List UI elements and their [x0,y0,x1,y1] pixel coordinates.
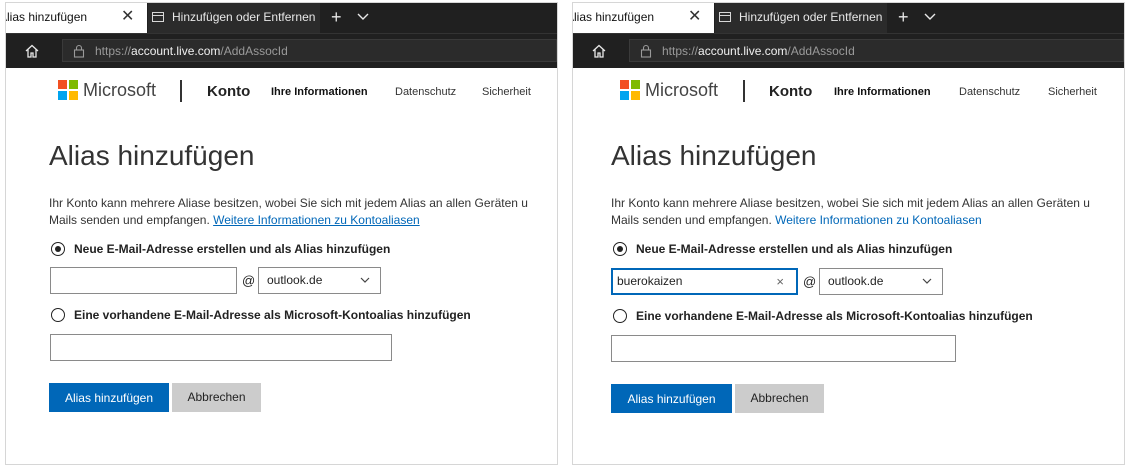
radio-new-address-label[interactable]: Neue E-Mail-Adresse erstellen und als Al… [74,242,390,256]
url-text: https://account.live.com/AddAssocId [95,44,288,58]
new-tab-icon[interactable]: + [898,6,909,28]
radio-existing-address-label[interactable]: Eine vorhandene E-Mail-Adresse als Micro… [74,308,471,322]
at-sign: @ [242,273,256,288]
page-title: Alias hinzufügen [49,140,255,171]
more-info-link[interactable]: Weitere Informationen zu Kontoaliasen [775,213,982,227]
chevron-down-icon [922,278,932,284]
radio-new-address-label[interactable]: Neue E-Mail-Adresse erstellen und als Al… [636,242,952,256]
nav-datenschutz[interactable]: Datenschutz [959,86,1020,98]
page-title: Alias hinzufügen [611,140,817,171]
microsoft-wordmark[interactable]: Microsoft [645,80,718,101]
page-content: Microsoft Konto Ihre Informationen Daten… [6,68,557,464]
address-bar: https://account.live.com/AddAssocId [573,33,1124,68]
description-line-1: Ihr Konto kann mehrere Aliase besitzen, … [611,196,1090,210]
tab-title: Hinzufügen oder Entfernen [739,10,883,24]
more-info-link[interactable]: Weitere Informationen zu Kontoaliasen [213,213,420,227]
description-line-2: Mails senden und empfangen. Weitere Info… [49,213,420,227]
page-icon [152,12,164,22]
description-line-2: Mails senden und empfangen. Weitere Info… [611,213,982,227]
page-icon [719,12,731,22]
browser-window-right: Alias hinzufügen ✕ Hinzufügen oder Entfe… [572,2,1125,465]
existing-address-input[interactable] [50,334,392,361]
existing-address-input[interactable] [611,335,956,362]
cancel-button[interactable]: Abbrechen [172,383,261,412]
add-alias-button[interactable]: Alias hinzufügen [49,383,169,412]
url-text: https://account.live.com/AddAssocId [662,44,855,58]
tab-title: Alias hinzufügen [573,10,655,24]
url-field[interactable]: https://account.live.com/AddAssocId [629,39,1124,62]
nav-ihre-informationen[interactable]: Ihre Informationen [834,86,931,98]
home-icon[interactable] [591,43,607,59]
tab-hinzufuegen-oder-entfernen[interactable]: Hinzufügen oder Entfernen [715,3,887,33]
header-konto[interactable]: Konto [207,83,250,100]
domain-select-value: outlook.de [828,274,884,288]
new-tab-icon[interactable]: + [331,6,342,28]
chevron-down-icon[interactable] [356,9,370,23]
domain-select[interactable]: outlook.de [258,267,381,294]
chevron-down-icon [360,277,370,283]
nav-ihre-informationen[interactable]: Ihre Informationen [271,86,368,98]
chevron-down-icon[interactable] [923,9,937,23]
page-content: Microsoft Konto Ihre Informationen Daten… [573,68,1124,464]
radio-existing-address-label[interactable]: Eine vorhandene E-Mail-Adresse als Micro… [636,309,1033,323]
nav-sicherheit[interactable]: Sicherheit [482,86,531,98]
header-konto[interactable]: Konto [769,83,812,100]
alias-input[interactable] [50,267,237,294]
description-line-1: Ihr Konto kann mehrere Aliase besitzen, … [49,196,528,210]
tab-alias-hinzufuegen[interactable]: Alias hinzufügen ✕ [6,3,147,33]
tab-close-icon[interactable]: ✕ [121,8,134,26]
tab-bar: Alias hinzufügen ✕ Hinzufügen oder Entfe… [6,3,557,33]
address-bar: https://account.live.com/AddAssocId [6,33,557,68]
tab-title: Hinzufügen oder Entfernen [172,10,316,24]
alias-input[interactable]: buerokaizen × [611,268,798,295]
add-alias-button[interactable]: Alias hinzufügen [611,384,732,413]
header-divider [743,80,745,102]
tab-bar: Alias hinzufügen ✕ Hinzufügen oder Entfe… [573,3,1124,33]
microsoft-logo-icon[interactable] [58,80,78,100]
domain-select-value: outlook.de [267,273,323,287]
home-icon[interactable] [24,43,40,59]
radio-new-address[interactable] [613,242,627,256]
browser-window-left: Alias hinzufügen ✕ Hinzufügen oder Entfe… [5,2,558,465]
radio-existing-address[interactable] [613,309,627,323]
clear-icon[interactable]: × [776,275,784,289]
microsoft-wordmark[interactable]: Microsoft [83,80,156,101]
nav-datenschutz[interactable]: Datenschutz [395,86,456,98]
radio-new-address[interactable] [51,242,65,256]
domain-select[interactable]: outlook.de [819,268,943,295]
lock-icon [640,44,652,58]
url-field[interactable]: https://account.live.com/AddAssocId [62,39,557,62]
alias-input-value: buerokaizen [617,274,683,288]
microsoft-logo-icon[interactable] [620,80,640,100]
at-sign: @ [803,274,817,289]
tab-hinzufuegen-oder-entfernen[interactable]: Hinzufügen oder Entfernen [148,3,320,33]
header-divider [180,80,182,102]
tab-alias-hinzufuegen[interactable]: Alias hinzufügen ✕ [573,3,714,33]
radio-existing-address[interactable] [51,308,65,322]
cancel-button[interactable]: Abbrechen [735,384,824,413]
tab-close-icon[interactable]: ✕ [688,8,701,26]
tab-title: Alias hinzufügen [6,10,88,24]
nav-sicherheit[interactable]: Sicherheit [1048,86,1097,98]
lock-icon [73,44,85,58]
